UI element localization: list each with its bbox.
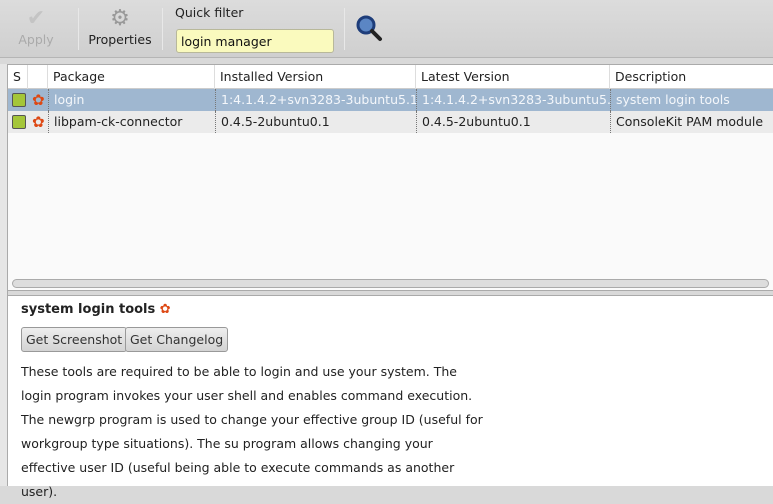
package-name: login <box>48 89 215 111</box>
toolbar: ✔ Apply ⚙ Properties Quick filter <box>0 0 773 58</box>
quick-filter-label: Quick filter <box>175 5 244 20</box>
description: system login tools <box>610 89 773 111</box>
table-row[interactable]: ✿ login 1:4.1.4.2+svn3283-3ubuntu5.1 1:4… <box>8 89 773 111</box>
table-header: S Package Installed Version Latest Versi… <box>8 65 773 89</box>
search-icon[interactable] <box>355 14 383 42</box>
table-row[interactable]: ✿ libpam-ck-connector 0.4.5-2ubuntu0.1 0… <box>8 111 773 133</box>
properties-label: Properties <box>88 32 152 47</box>
column-icon[interactable] <box>28 65 48 89</box>
latest-version: 0.4.5-2ubuntu0.1 <box>416 111 610 133</box>
package-description: These tools are required to be able to l… <box>21 364 483 499</box>
description: ConsoleKit PAM module <box>610 111 773 133</box>
left-pane <box>0 64 8 486</box>
get-screenshot-button[interactable]: Get Screenshot <box>21 327 128 352</box>
column-package[interactable]: Package <box>48 65 215 89</box>
latest-version: 1:4.1.4.2+svn3283-3ubuntu5.1 <box>416 89 610 111</box>
ubuntu-icon: ✿ <box>159 302 171 317</box>
details-panel: system login tools ✿ Get Screenshot Get … <box>8 296 773 499</box>
installed-checkbox[interactable] <box>12 93 26 107</box>
installed-version: 0.4.5-2ubuntu0.1 <box>215 111 416 133</box>
apply-label: Apply <box>18 32 54 47</box>
details-title: system login tools ✿ <box>21 302 171 317</box>
get-changelog-button[interactable]: Get Changelog <box>125 327 229 352</box>
column-description[interactable]: Description <box>610 65 773 89</box>
horizontal-scrollbar[interactable] <box>12 279 769 288</box>
column-status[interactable]: S <box>8 65 28 89</box>
toolbar-separator <box>78 8 79 50</box>
checkmark-icon: ✔ <box>26 6 46 31</box>
ubuntu-icon: ✿ <box>32 113 45 131</box>
toolbar-separator <box>162 8 163 50</box>
package-name: libpam-ck-connector <box>48 111 215 133</box>
quick-filter-input[interactable] <box>176 29 334 53</box>
details-title-text: system login tools <box>21 302 156 317</box>
package-table: S Package Installed Version Latest Versi… <box>8 64 773 290</box>
properties-button[interactable]: ⚙ Properties <box>86 6 154 47</box>
gear-icon: ⚙ <box>110 6 130 31</box>
column-installed-version[interactable]: Installed Version <box>215 65 416 89</box>
installed-version: 1:4.1.4.2+svn3283-3ubuntu5.1 <box>215 89 416 111</box>
apply-button[interactable]: ✔ Apply <box>14 6 58 47</box>
ubuntu-icon: ✿ <box>32 91 45 109</box>
column-latest-version[interactable]: Latest Version <box>416 65 610 89</box>
toolbar-separator <box>344 8 345 50</box>
installed-checkbox[interactable] <box>12 115 26 129</box>
